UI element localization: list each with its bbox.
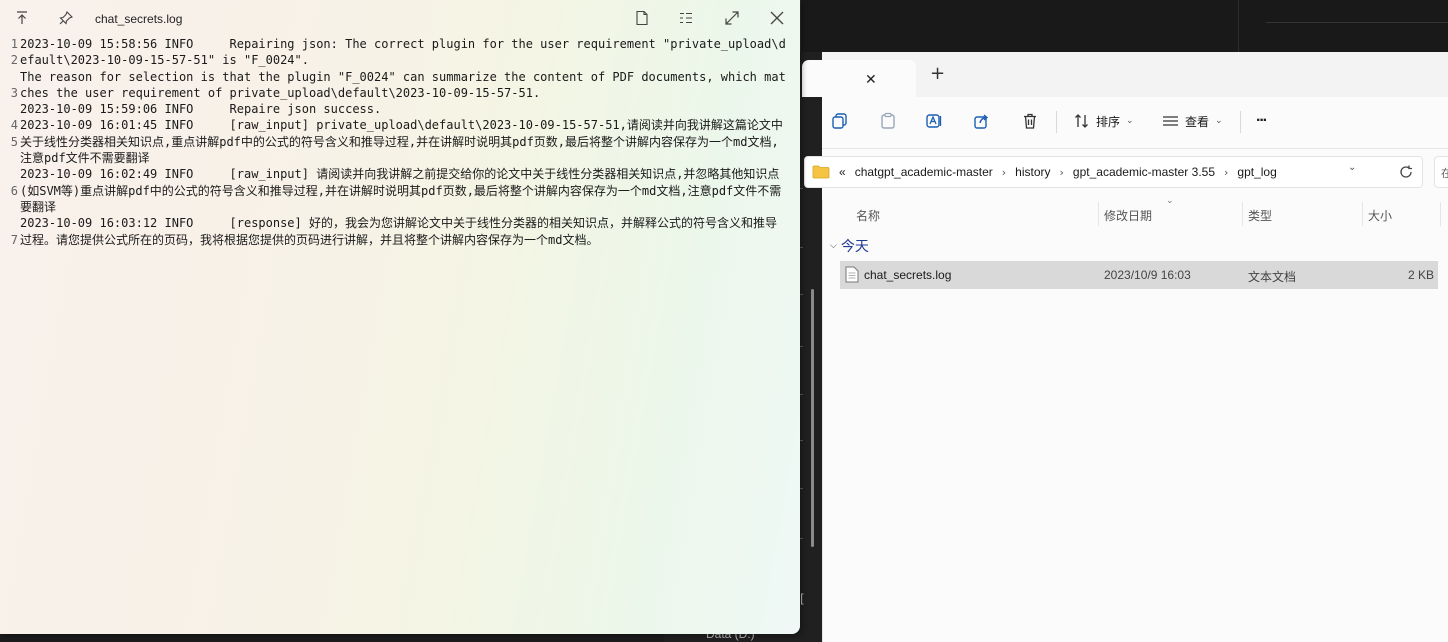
sort-button[interactable]: 排序 ⌄ (1074, 109, 1134, 133)
breadcrumb-item[interactable]: history (1015, 165, 1050, 179)
close-icon[interactable] (767, 8, 787, 28)
breadcrumb-overflow[interactable]: « (839, 165, 846, 179)
toolbar-separator (1240, 111, 1241, 133)
log-line: 2023-10-09 15:58:56 INFO Repairing json:… (20, 37, 786, 68)
column-divider[interactable] (1098, 202, 1099, 226)
breadcrumb-item[interactable]: gpt_log (1237, 165, 1276, 179)
delete-icon[interactable] (1018, 109, 1042, 133)
group-label: 今天 (840, 238, 869, 254)
close-tab-icon[interactable]: ✕ (865, 72, 877, 88)
chevron-down-icon: ⌵ (830, 241, 837, 251)
line-number-gutter: 1 2 3 4 5 6 7 (0, 36, 18, 280)
address-history-dropdown-icon[interactable]: ⌄ (1348, 162, 1356, 173)
folder-icon (812, 165, 830, 179)
notepad-titlebar[interactable]: chat_secrets.log (0, 0, 800, 36)
column-name[interactable]: 名称 (856, 207, 880, 224)
log-line: 2023-10-09 16:03:12 INFO [response] 好的，我… (20, 216, 777, 247)
strip-tick (800, 440, 803, 441)
paste-icon[interactable] (876, 109, 900, 133)
chevron-down-icon: ⌄ (1215, 116, 1223, 126)
strip-tick (800, 247, 803, 248)
column-header: 名称 修改日期 ⌄ 类型 大小 (822, 196, 1448, 228)
column-divider[interactable] (1440, 202, 1441, 226)
line-number: 6 (10, 183, 18, 198)
strip-tick (800, 538, 803, 539)
notepad-file-title: chat_secrets.log (95, 12, 183, 26)
sort-icon (1075, 114, 1088, 128)
strip-tick (800, 394, 803, 395)
group-header-today[interactable]: ⌵ 今天 (830, 236, 869, 256)
line-number: 7 (10, 232, 18, 247)
rename-icon[interactable] (922, 109, 946, 133)
copy-icon[interactable] (828, 109, 852, 133)
strip-tick (800, 346, 803, 347)
breadcrumb-separator[interactable]: › (1224, 166, 1228, 179)
chevron-down-icon: ⌄ (1126, 116, 1134, 126)
file-row[interactable]: chat_secrets.log 2023/10/9 16:03 文本文档 2 … (840, 261, 1438, 289)
file-modified: 2023/10/9 16:03 (1104, 268, 1191, 282)
background-line (1266, 22, 1448, 23)
line-number: 1 (10, 37, 18, 51)
background-divider (800, 0, 801, 52)
line-number: 2 (10, 53, 18, 68)
text-file-icon (845, 266, 859, 283)
line-number: 3 (10, 85, 18, 100)
view-label: 查看 (1185, 114, 1210, 129)
outline-list-icon[interactable] (676, 8, 696, 28)
strip-tick (800, 488, 803, 489)
address-bar[interactable]: « chatgpt_academic-master › history › gp… (804, 156, 1423, 188)
new-document-icon[interactable] (632, 8, 652, 28)
file-name: chat_secrets.log (864, 268, 952, 282)
strip-tick (800, 294, 803, 295)
file-type: 文本文档 (1248, 270, 1297, 284)
strip-bracket: [ (800, 592, 805, 606)
background-window-header (800, 0, 1448, 52)
back-to-top-icon[interactable] (12, 8, 32, 28)
background-divider (1238, 0, 1239, 52)
pin-icon[interactable] (56, 8, 76, 28)
navigation-pane-scrollbar[interactable] (811, 289, 814, 547)
notepad-editor[interactable]: 1 2 3 4 5 6 7 2023-10-09 15:58:56 INFO R… (0, 36, 800, 634)
breadcrumb-separator[interactable]: › (1002, 166, 1006, 179)
log-line: 2023-10-09 16:02:49 INFO [raw_input] 请阅读… (20, 167, 782, 214)
editor-text[interactable]: 2023-10-09 15:58:56 INFO Repairing json:… (20, 36, 788, 280)
column-type[interactable]: 类型 (1248, 207, 1272, 224)
breadcrumb: « chatgpt_academic-master › history › gp… (812, 165, 1277, 179)
log-line: 2023-10-09 15:59:06 INFO Repaire json su… (20, 102, 382, 117)
column-divider[interactable] (1242, 202, 1243, 226)
share-icon[interactable] (970, 109, 994, 133)
search-input[interactable]: 在 (1434, 156, 1448, 188)
breadcrumb-item[interactable]: gpt_academic-master 3.55 (1073, 165, 1215, 179)
notepad-window: chat_secrets.log 1 2 3 4 5 6 7 2023-10-0… (0, 0, 800, 634)
line-number: 5 (10, 134, 18, 149)
log-line: 2023-10-09 16:01:45 INFO [raw_input] pri… (20, 118, 783, 166)
log-line: The reason for selection is that the plu… (20, 69, 786, 100)
explorer-tab[interactable]: ✕ (802, 60, 916, 97)
view-list-icon (1163, 116, 1178, 126)
new-tab-plus-icon[interactable]: + (930, 64, 945, 84)
refresh-icon[interactable] (1398, 164, 1414, 180)
navigation-pane-edge (822, 200, 823, 642)
explorer-toolbar: 排序 ⌄ 查看 ⌄ ··· (822, 97, 1448, 149)
file-explorer-window: ✕ + 排序 ⌄ 查看 ⌄ ··· « chatgpt_academic-mas… (802, 52, 1448, 642)
toolbar-separator (1056, 111, 1057, 133)
line-number: 4 (10, 118, 18, 133)
sort-direction-icon: ⌄ (1166, 196, 1174, 206)
search-placeholder: 在 (1441, 168, 1448, 180)
column-size[interactable]: 大小 (1368, 207, 1392, 224)
breadcrumb-separator[interactable]: › (1060, 166, 1064, 179)
sort-label: 排序 (1096, 114, 1121, 129)
more-icon: ··· (1256, 112, 1268, 129)
breadcrumb-item[interactable]: chatgpt_academic-master (855, 165, 993, 179)
column-divider[interactable] (1362, 202, 1363, 226)
maximize-icon[interactable] (722, 8, 742, 28)
more-options-button[interactable]: ··· (1256, 109, 1268, 133)
view-button[interactable]: 查看 ⌄ (1162, 109, 1223, 133)
column-modified[interactable]: 修改日期 (1104, 207, 1152, 224)
file-size: 2 KB (1408, 268, 1435, 282)
strip-tick (800, 188, 803, 189)
explorer-tabbar: ✕ + (802, 52, 1448, 97)
